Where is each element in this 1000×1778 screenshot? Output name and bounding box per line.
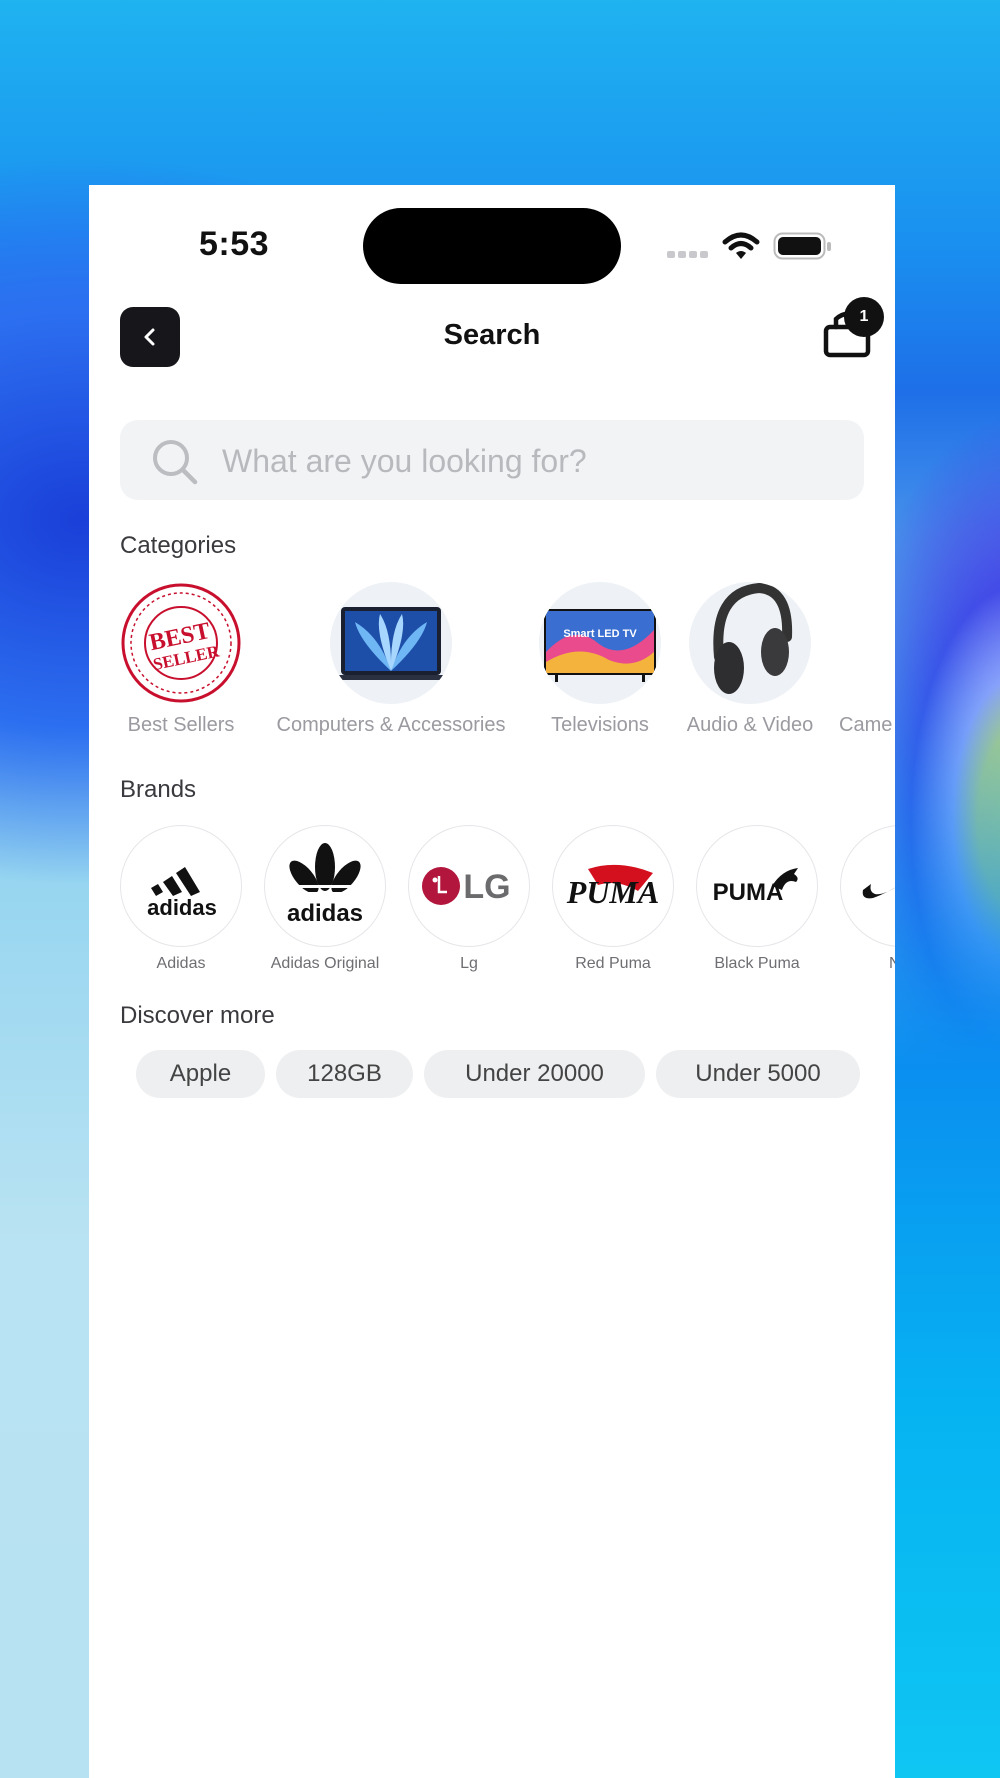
brand-label: Red Puma bbox=[575, 955, 651, 972]
svg-text:adidas: adidas bbox=[287, 900, 363, 927]
svg-text:PUMA: PUMA bbox=[566, 874, 659, 910]
svg-text:LG: LG bbox=[463, 868, 510, 906]
categories-title: Categories bbox=[120, 532, 237, 559]
page-title: Search bbox=[443, 319, 541, 351]
cart-count-badge: 1 bbox=[844, 297, 884, 337]
category-label: Televisions bbox=[551, 714, 649, 736]
red-puma-logo-icon: PUMA bbox=[552, 825, 674, 947]
brand-label: N bbox=[889, 955, 895, 972]
wifi-icon bbox=[722, 232, 760, 259]
search-bar[interactable] bbox=[120, 420, 864, 502]
category-label: Best Sellers bbox=[127, 714, 235, 736]
best-seller-icon: BEST SELLER bbox=[120, 582, 242, 704]
svg-text:PUMA: PUMA bbox=[713, 879, 784, 906]
battery-icon bbox=[773, 232, 831, 260]
category-label: Came bbox=[839, 714, 893, 736]
discover-chip[interactable]: 128GB bbox=[276, 1050, 413, 1098]
adidas-trefoil-logo-icon: adidas bbox=[264, 825, 386, 947]
brands-title: Brands bbox=[120, 776, 197, 803]
search-input[interactable] bbox=[220, 420, 844, 502]
status-time: 5:53 bbox=[199, 225, 270, 263]
lg-logo-icon: LG bbox=[408, 825, 530, 947]
phone-screen: 5:53 Search 1 Categories bbox=[89, 185, 895, 1778]
brand-label: Lg bbox=[460, 955, 478, 972]
headphones-icon bbox=[689, 582, 811, 704]
adidas-logo-icon: adidas bbox=[120, 825, 242, 947]
discover-chip[interactable]: Under 20000 bbox=[424, 1050, 645, 1098]
category-label: Audio & Video bbox=[686, 714, 814, 736]
discover-chip[interactable]: Under 5000 bbox=[656, 1050, 860, 1098]
black-puma-logo-icon: PUMA bbox=[696, 825, 818, 947]
signal-icon bbox=[667, 251, 708, 258]
svg-text:Smart LED TV: Smart LED TV bbox=[563, 628, 637, 640]
nike-logo-icon bbox=[840, 825, 895, 947]
discover-chip[interactable]: Apple bbox=[136, 1050, 265, 1098]
brand-label: Adidas bbox=[156, 955, 206, 972]
brand-label: Adidas Original bbox=[270, 955, 380, 972]
brand-label: Black Puma bbox=[714, 955, 800, 972]
category-label: Computers & Accessories bbox=[276, 714, 506, 736]
dynamic-island bbox=[363, 208, 621, 284]
search-icon bbox=[153, 440, 198, 485]
laptop-icon bbox=[330, 582, 452, 704]
svg-text:adidas: adidas bbox=[147, 895, 217, 920]
television-icon: Smart LED TV bbox=[539, 582, 661, 704]
discover-title: Discover more bbox=[120, 1002, 275, 1029]
